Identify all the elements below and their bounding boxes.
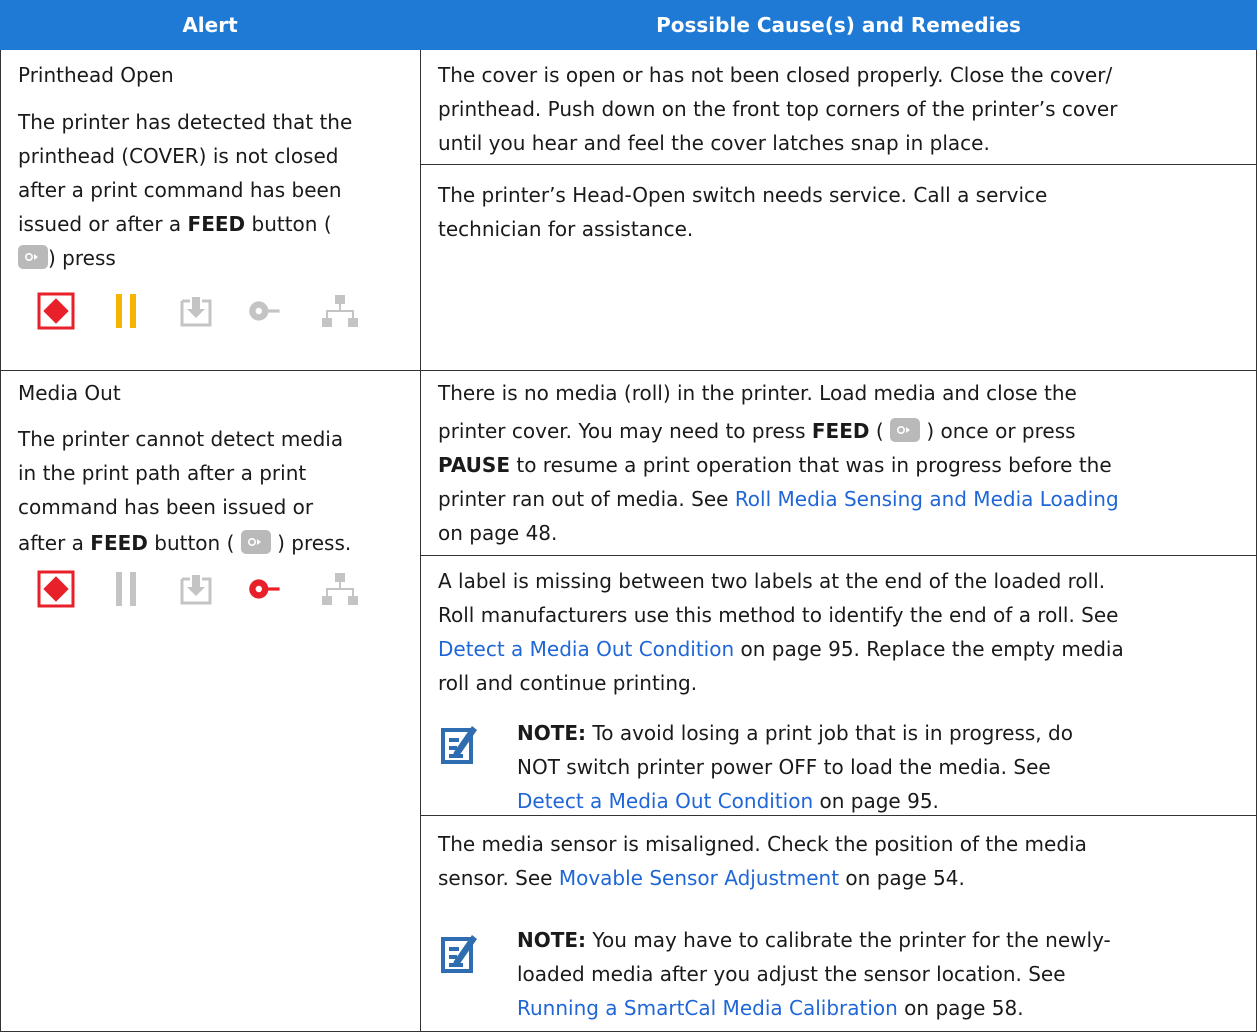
- column-divider: [420, 50, 421, 1032]
- feed-button-icon: [890, 418, 920, 442]
- remedy-line: A label is missing between two labels at…: [438, 569, 1106, 593]
- link-detect-media-out[interactable]: Detect a Media Out Condition: [517, 789, 813, 813]
- note-label: NOTE:: [517, 928, 587, 952]
- supplies-icon: [249, 579, 280, 599]
- alert-desc-line: after a FEED button ( ) press.: [18, 530, 352, 555]
- remedy-line: printhead. Push down on the front top co…: [438, 97, 1118, 121]
- remedy-line: sensor. See Movable Sensor Adjustment on…: [438, 866, 965, 890]
- remedy-divider-2: [420, 555, 1257, 556]
- remedy-line: The printer’s Head-Open switch needs ser…: [438, 183, 1048, 207]
- left-border: [0, 50, 1, 1032]
- remedy-line: on page 48.: [438, 521, 558, 545]
- note-line: NOT switch printer power OFF to load the…: [517, 755, 1051, 779]
- feed-keyword: FEED: [187, 212, 246, 236]
- network-icon: [322, 295, 358, 327]
- remedy-line: PAUSE to resume a print operation that w…: [438, 453, 1112, 477]
- pause-keyword: PAUSE: [438, 453, 510, 477]
- remedy-line: The cover is open or has not been closed…: [438, 63, 1113, 87]
- header-remedy-label: Possible Cause(s) and Remedies: [656, 13, 1021, 37]
- feed-keyword: FEED: [90, 531, 148, 555]
- alert-desc-line: issued or after a FEED button (: [18, 212, 332, 236]
- remedy-line: printer cover. You may need to press FEE…: [438, 418, 1076, 443]
- feed-button-icon: [18, 245, 48, 269]
- remedy-divider-1: [420, 164, 1257, 165]
- remedy-line: technician for assistance.: [438, 217, 694, 241]
- remedy-line: until you hear and feel the cover latche…: [438, 131, 990, 155]
- remedy-line: The media sensor is misaligned. Check th…: [438, 832, 1087, 856]
- network-icon: [322, 573, 358, 605]
- note-line: NOTE: To avoid losing a print job that i…: [517, 721, 1073, 745]
- alert-desc-line: printhead (COVER) is not closed: [18, 144, 339, 168]
- link-movable-sensor-adjustment[interactable]: Movable Sensor Adjustment: [559, 866, 839, 890]
- link-detect-media-out[interactable]: Detect a Media Out Condition: [438, 637, 734, 661]
- status-icon: [37, 292, 75, 330]
- alert-desc-line: command has been issued or: [18, 495, 314, 519]
- data-icon: [180, 575, 212, 605]
- note-label: NOTE:: [517, 721, 587, 745]
- alert-desc-line: The printer cannot detect media: [18, 427, 344, 451]
- header-remedy: Possible Cause(s) and Remedies: [420, 0, 1257, 50]
- note-line: Detect a Media Out Condition on page 95.: [517, 789, 939, 813]
- alerts-table: Alert Possible Cause(s) and Remedies Pri…: [0, 0, 1257, 1032]
- note-line: NOTE: You may have to calibrate the prin…: [517, 928, 1111, 952]
- note-icon: [441, 935, 477, 973]
- remedy-line: printer ran out of media. See Roll Media…: [438, 487, 1119, 511]
- alert-desc-line: The printer has detected that the: [18, 110, 353, 134]
- alert-desc-line: after a print command has been: [18, 178, 342, 202]
- note-line: loaded media after you adjust the sensor…: [517, 962, 1066, 986]
- alert-title-printhead-open: Printhead Open: [18, 63, 174, 87]
- note-line: Running a SmartCal Media Calibration on …: [517, 996, 1024, 1020]
- supplies-icon: [249, 301, 280, 321]
- header-alert-label: Alert: [182, 13, 238, 37]
- alert-desc-line: in the print path after a print: [18, 461, 307, 485]
- status-icon: [37, 570, 75, 608]
- remedy-line: roll and continue printing.: [438, 671, 698, 695]
- remedy-line: Roll manufacturers use this method to id…: [438, 603, 1119, 627]
- note-icon: [441, 726, 477, 764]
- feed-button-icon: [240, 530, 271, 554]
- pause-icon: [116, 572, 136, 606]
- feed-keyword: FEED: [811, 419, 870, 443]
- header-alert: Alert: [0, 0, 420, 50]
- remedy-line: Detect a Media Out Condition on page 95.…: [438, 637, 1124, 661]
- link-roll-media-sensing[interactable]: Roll Media Sensing and Media Loading: [735, 487, 1119, 511]
- pause-icon: [116, 294, 136, 328]
- row-divider: [0, 370, 1257, 371]
- alert-title-media-out: Media Out: [18, 381, 121, 405]
- link-smartcal-calibration[interactable]: Running a SmartCal Media Calibration: [517, 996, 898, 1020]
- alert-desc-line: ) press: [18, 241, 116, 275]
- remedy-line: There is no media (roll) in the printer.…: [438, 381, 1077, 405]
- data-icon: [180, 297, 212, 327]
